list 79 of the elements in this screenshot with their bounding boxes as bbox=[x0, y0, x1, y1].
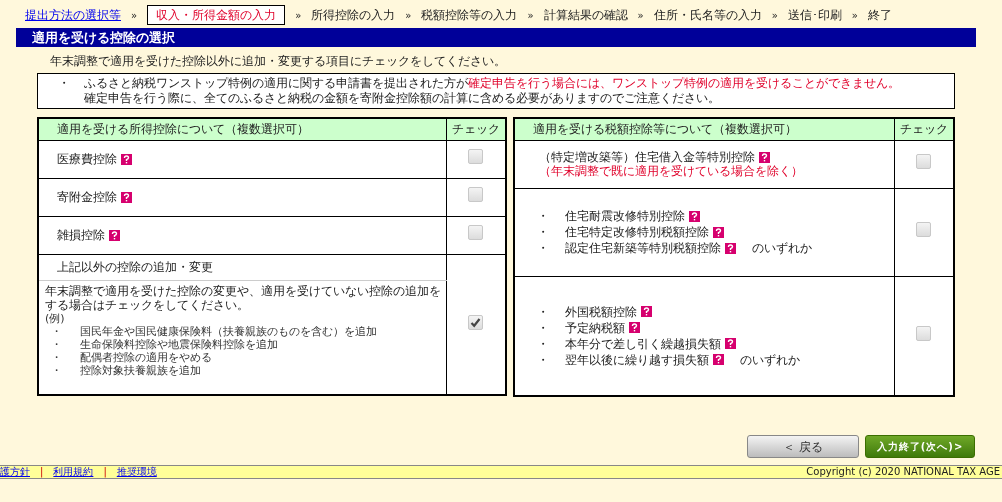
help-icon[interactable] bbox=[689, 210, 700, 222]
breadcrumb-step: 税額控除等の入力 bbox=[421, 6, 518, 24]
help-icon[interactable] bbox=[725, 338, 736, 350]
bullet: ・ bbox=[537, 240, 549, 256]
help-icon[interactable] bbox=[725, 242, 736, 254]
footer-separator: | bbox=[103, 467, 107, 477]
bullet: ・ bbox=[537, 303, 549, 320]
checkmark-icon bbox=[470, 317, 482, 329]
bullet: ・ bbox=[51, 350, 62, 364]
help-icon[interactable] bbox=[629, 322, 640, 334]
checkbox[interactable] bbox=[468, 187, 484, 202]
breadcrumb-step: 所得控除の入力 bbox=[311, 6, 396, 24]
help-icon[interactable] bbox=[759, 152, 770, 163]
breadcrumb-step: 住所・氏名等の入力 bbox=[653, 6, 762, 24]
bullet: ・ bbox=[537, 335, 549, 352]
bullet: ・ bbox=[537, 224, 549, 240]
breadcrumb-step: 終了 bbox=[867, 6, 892, 24]
instruction-text: 年末調整で適用を受けた控除以外に追加・変更する項目にチェックをしてください。 bbox=[50, 53, 507, 70]
breadcrumb-step: 送信･印刷 bbox=[787, 6, 842, 24]
help-icon[interactable] bbox=[121, 154, 132, 165]
bullet: ・ bbox=[51, 363, 62, 377]
credit-suffix: のいずれか bbox=[740, 351, 800, 368]
example-label: (例) bbox=[45, 311, 66, 325]
credit-label: 認定住宅新築等特別税額控除 bbox=[565, 240, 721, 256]
example-item: 生命保険料控除や地震保険料控除を追加 bbox=[80, 337, 278, 351]
breadcrumb-separator: » bbox=[405, 8, 412, 23]
checkbox[interactable] bbox=[468, 225, 484, 240]
column-header: 適用を受ける税額控除等について（複数選択可） bbox=[514, 118, 894, 140]
breadcrumb-separator: » bbox=[527, 8, 534, 23]
copyright-text: Copyright (c) 2020 NATIONAL TAX AGE bbox=[806, 467, 1001, 477]
checkbox[interactable] bbox=[916, 222, 932, 237]
credit-label: 外国税額控除 bbox=[565, 303, 637, 320]
credit-note: （年末調整で既に適用を受けている場合を除く） bbox=[539, 164, 804, 178]
bullet: ・ bbox=[51, 337, 62, 351]
checkbox[interactable] bbox=[468, 315, 484, 331]
bullet: ・ bbox=[537, 319, 549, 336]
help-icon[interactable] bbox=[713, 354, 724, 366]
description-text: 年末調整で適用を受けた控除の変更や、適用を受けていない控除の追加をする場合はチェックをしてください。 bbox=[45, 283, 442, 312]
checkbox[interactable] bbox=[468, 149, 484, 164]
help-icon[interactable] bbox=[121, 192, 132, 203]
checkbox[interactable] bbox=[916, 154, 932, 169]
example-item: 配偶者控除の適用をやめる bbox=[80, 350, 212, 364]
deduction-label: 医療費控除 bbox=[57, 152, 117, 166]
breadcrumb-current: 収入・所得金額の入力 bbox=[147, 5, 286, 25]
breadcrumb-link[interactable]: 提出方法の選択等 bbox=[25, 6, 121, 24]
breadcrumb-separator: » bbox=[131, 8, 138, 23]
bullet: ・ bbox=[537, 351, 549, 368]
checkbox[interactable] bbox=[916, 325, 932, 341]
breadcrumb-separator: » bbox=[851, 8, 858, 23]
footer-separator: | bbox=[40, 467, 44, 477]
page-title: 適用を受ける控除の選択 bbox=[16, 28, 976, 47]
footer-link[interactable]: 推奨環境 bbox=[116, 467, 157, 477]
notice-box: ・ ふるさと納税ワンストップ特例の適用に関する申請書を提出された方が確定申告を行う場合には、ワンストップ特例の適用を受けることができません。 確定申告を行う際に、全てのふるさと納税の金額を寄附金控除額の計算に含める必要がありますのでご注意ください。 bbox=[37, 73, 955, 109]
footer-link[interactable]: 利用規約 bbox=[53, 467, 94, 477]
breadcrumb-step: 計算結果の確認 bbox=[543, 6, 628, 24]
credit-label: 翌年以後に繰り越す損失額 bbox=[565, 351, 709, 368]
deduction-label: 上記以外の控除の追加・変更 bbox=[57, 260, 213, 274]
deduction-label: 寄附金控除 bbox=[57, 190, 117, 204]
example-item: 控除対象扶養親族を追加 bbox=[80, 363, 201, 377]
credit-label: 本年分で差し引く繰越損失額 bbox=[565, 335, 721, 352]
breadcrumb-separator: » bbox=[771, 8, 778, 23]
bullet: ・ bbox=[51, 324, 62, 338]
footer-link[interactable]: 護方針 bbox=[0, 467, 30, 477]
help-icon[interactable] bbox=[109, 230, 120, 241]
deduction-label: 雑損控除 bbox=[57, 228, 105, 242]
bullet: ・ bbox=[537, 208, 549, 224]
breadcrumb-separator: » bbox=[637, 8, 644, 23]
help-icon[interactable] bbox=[713, 226, 724, 238]
next-button[interactable]: 入力終了(次へ)> bbox=[865, 435, 975, 458]
back-button[interactable]: ＜ 戻る bbox=[747, 435, 859, 458]
credit-label: 住宅耐震改修特別控除 bbox=[565, 208, 685, 224]
column-header: 適用を受ける所得控除について（複数選択可） bbox=[38, 118, 446, 140]
help-icon[interactable] bbox=[641, 306, 652, 318]
breadcrumb-separator: » bbox=[295, 8, 302, 23]
credit-label: （特定増改築等）住宅借入金等特別控除 bbox=[539, 150, 755, 164]
credit-suffix: のいずれか bbox=[752, 240, 812, 256]
credit-label: 予定納税額 bbox=[565, 319, 625, 336]
example-item: 国民年金や国民健康保険料（扶養親族のものを含む）を追加 bbox=[80, 324, 377, 338]
credit-label: 住宅特定改修特別税額控除 bbox=[565, 224, 709, 240]
